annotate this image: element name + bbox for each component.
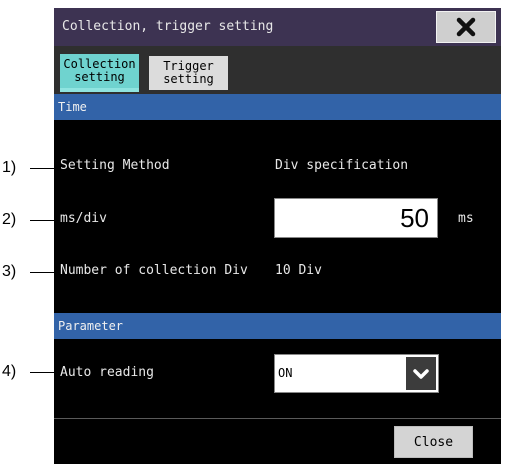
section-header-time: Time [54,94,501,120]
ms-div-input[interactable]: 50 [274,198,438,238]
callout-number: 2) [2,211,17,228]
dialog-title: Collection, trigger setting [62,19,274,34]
collection-div-value: 10 Div [275,263,322,278]
auto-reading-value: ON [278,366,293,380]
callout-1: 1) [0,158,60,178]
callout-4: 4) [0,362,60,382]
callout-number: 1) [2,159,17,176]
ms-div-value: 50 [400,203,429,233]
callout-3: 3) [0,262,60,282]
close-icon [456,17,476,37]
close-button[interactable]: Close [394,426,473,458]
tab-trigger-setting[interactable]: Trigger setting [149,56,228,90]
dropdown-toggle-button[interactable] [406,357,436,390]
close-window-button[interactable] [436,11,496,43]
tab-bar: Collection setting Trigger setting [54,46,501,94]
auto-reading-label: Auto reading [60,365,154,380]
title-bar: Collection, trigger setting [54,8,501,46]
auto-reading-select[interactable]: ON [274,354,439,393]
section-header-parameter: Parameter [54,313,501,339]
ms-div-unit: ms [458,211,474,226]
footer-divider [54,418,501,419]
callout-2: 2) [0,210,60,230]
ms-div-label: ms/div [60,211,107,226]
callout-number: 3) [2,263,17,280]
callout-number: 4) [2,363,17,380]
settings-dialog: Collection, trigger setting Collection s… [54,8,501,464]
collection-div-label: Number of collection Div [60,263,248,278]
setting-method-value: Div specification [275,158,409,173]
chevron-down-icon [413,368,429,379]
setting-method-label: Setting Method [60,158,170,173]
tab-collection-setting[interactable]: Collection setting [60,54,139,92]
